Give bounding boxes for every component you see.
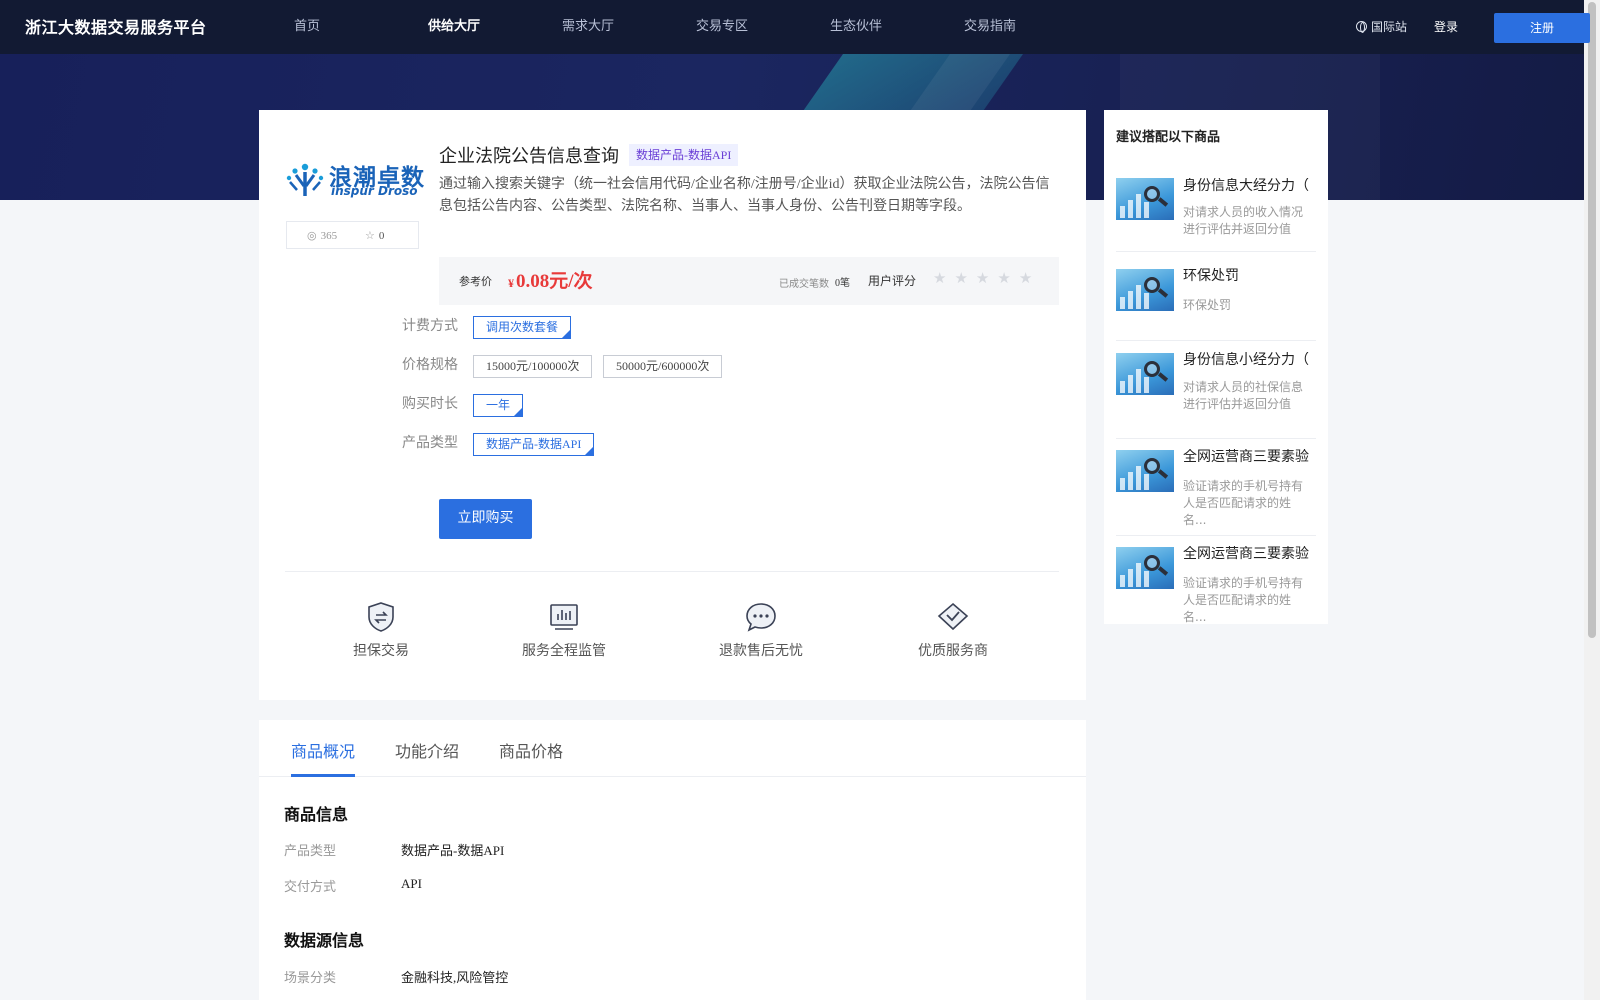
nav-home[interactable]: 首页 [294,0,428,54]
recommendation-item[interactable]: 身份信息大经分力（ 对请求人员的收入情况进行评估并返回分值 [1116,166,1316,252]
detail-value: 金融科技,风险管控 [401,970,509,985]
billing-method-label: 计费方式 [402,319,458,334]
nav-partners[interactable]: 生态伙伴 [830,0,964,54]
buy-now-button[interactable]: 立即购买 [439,499,532,539]
recommendation-item-desc: 环保处罚 [1183,298,1232,312]
star-icon: ★ [954,271,968,287]
recommendation-title: 建议搭配以下商品 [1116,130,1221,145]
feature-full-supervision: 服务全程监管 [504,600,624,660]
detail-value: 数据产品-数据API [401,843,505,858]
rating-stars: ★ ★ ★ ★ ★ [933,269,1032,288]
section-title-data-source: 数据源信息 [284,931,365,950]
product-thumbnail [1116,353,1174,395]
favorite-count[interactable]: ☆ 0 [365,229,385,243]
product-thumbnail [1116,178,1174,220]
star-outline-icon: ☆ [365,230,375,242]
register-button[interactable]: 注册 [1494,13,1590,43]
vendor-logo-en: inspur Droso [331,184,418,198]
view-count: ◎ 365 [307,229,338,243]
product-type-label: 产品类型 [402,436,458,451]
sold-count-value: 0笔 [835,278,850,289]
detail-tabs: 商品概况 功能介绍 商品价格 [259,720,1086,777]
product-thumbnail [1116,269,1174,311]
intl-site-link[interactable]: 国际站 [1356,18,1407,35]
section-divider [285,571,1059,572]
recommendation-item-title: 环保处罚 [1183,268,1239,284]
main-nav: 首页 供给大厅 需求大厅 交易专区 生态伙伴 交易指南 [294,0,1098,54]
tab-features[interactable]: 功能介绍 [395,738,459,762]
price-amount: 0.08元/次 [516,271,593,292]
feature-quality-provider: 优质服务商 [893,600,1013,660]
recommendation-item-desc: 对请求人员的社保信息进行评估并返回分值 [1183,380,1304,411]
feature-label: 担保交易 [353,644,409,659]
product-description: 通过输入搜索关键字（统一社会信用代码/企业名称/注册号/企业id）获取企业法院公… [439,177,1050,214]
vendor-logo: 浪潮卓数 inspur Droso [285,154,424,202]
tab-pricing[interactable]: 商品价格 [499,738,563,762]
detail-key: 交付方式 [284,879,337,894]
feature-label: 退款售后无忧 [719,644,803,659]
top-navbar: 浙江大数据交易服务平台 首页 供给大厅 需求大厅 交易专区 生态伙伴 交易指南 [0,0,1584,54]
scrollbar-thumb[interactable] [1588,2,1596,638]
price-label: 参考价 [459,275,492,288]
recommendation-item-desc: 对请求人员的收入情况进行评估并返回分值 [1183,205,1304,236]
recommendation-panel: 建议搭配以下商品 身份信息大经分力（ 对请求人员的收入情况进行评估并返回分值 环… [1104,110,1328,624]
recommendation-item-desc: 验证请求的手机号持有人是否匹配请求的姓名... [1183,479,1304,527]
diamond-badge-icon [937,602,969,631]
intl-site-label: 国际站 [1371,20,1408,34]
vendor-logo-mark-icon [286,163,324,196]
detail-key: 场景分类 [284,970,337,985]
recommendation-item[interactable]: 环保处罚 环保处罚 [1116,259,1316,341]
active-tab-indicator [291,774,355,777]
price-value: ¥0.08元/次 [508,266,593,293]
star-icon: ★ [1018,271,1033,287]
feature-refund-support: 退款售后无忧 [701,600,821,660]
product-type-option[interactable]: 数据产品-数据API [473,433,595,456]
site-brand[interactable]: 浙江大数据交易服务平台 [25,14,207,38]
detail-value: API [401,876,422,891]
chat-bubble-icon [746,603,776,632]
favorite-count-value: 0 [378,229,385,242]
feature-guaranteed-trade: 担保交易 [321,600,441,660]
price-spec-option-1[interactable]: 15000元/100000次 [473,355,593,378]
price-spec-option-2[interactable]: 50000元/600000次 [603,355,723,378]
nav-demand-hall[interactable]: 需求大厅 [562,0,696,54]
currency-symbol: ¥ [508,276,514,290]
eye-icon: ◎ [307,230,317,242]
price-bar: 参考价 ¥0.08元/次 已成交笔数 0笔 用户评分 ★ ★ ★ ★ ★ [439,257,1059,305]
star-icon: ★ [997,271,1011,287]
sold-count-label: 已成交笔数 [779,279,829,290]
tab-overview[interactable]: 商品概况 [291,738,355,762]
product-thumbnail [1116,547,1174,589]
star-icon: ★ [933,271,947,287]
view-count-value: 365 [320,229,338,242]
product-category-tag: 数据产品-数据API [629,144,739,166]
nav-trade-zone[interactable]: 交易专区 [696,0,830,54]
feature-label: 优质服务商 [918,644,988,659]
price-spec-label: 价格规格 [402,358,458,373]
product-detail-card: 商品概况 功能介绍 商品价格 商品信息 产品类型 数据产品-数据API 交付方式… [259,720,1086,1000]
billing-option-package[interactable]: 调用次数套餐 [473,316,572,339]
duration-label: 购买时长 [402,397,458,412]
rating-label: 用户评分 [868,274,917,288]
globe-icon [1356,21,1367,33]
product-card: 浪潮卓数 inspur Droso ◎ 365 ☆ 0 企业法院公告信息查询 数… [259,110,1086,700]
login-link[interactable]: 登录 [1434,18,1458,35]
product-stats: ◎ 365 ☆ 0 [286,221,419,249]
recommendation-item[interactable]: 全网运营商三要素验 验证请求的手机号持有人是否匹配请求的姓名... [1116,537,1316,624]
shield-exchange-icon [368,602,394,632]
nav-supply-hall[interactable]: 供给大厅 [428,0,562,54]
product-thumbnail [1116,450,1174,492]
page-scrollbar[interactable] [1584,0,1600,1000]
product-title: 企业法院公告信息查询 [439,146,619,166]
star-icon: ★ [975,271,990,287]
recommendation-item[interactable]: 身份信息小经分力（ 对请求人员的社保信息进行评估并返回分值 [1116,343,1316,439]
recommendation-item[interactable]: 全网运营商三要素验 验证请求的手机号持有人是否匹配请求的姓名... [1116,440,1316,536]
section-title-product-info: 商品信息 [284,805,349,824]
nav-guide[interactable]: 交易指南 [964,0,1098,54]
recommendation-item-desc: 验证请求的手机号持有人是否匹配请求的姓名... [1183,576,1304,624]
monitor-chart-icon [550,604,578,630]
feature-label: 服务全程监管 [522,644,606,659]
duration-option-1year[interactable]: 一年 [473,394,524,417]
detail-key: 产品类型 [284,843,337,858]
